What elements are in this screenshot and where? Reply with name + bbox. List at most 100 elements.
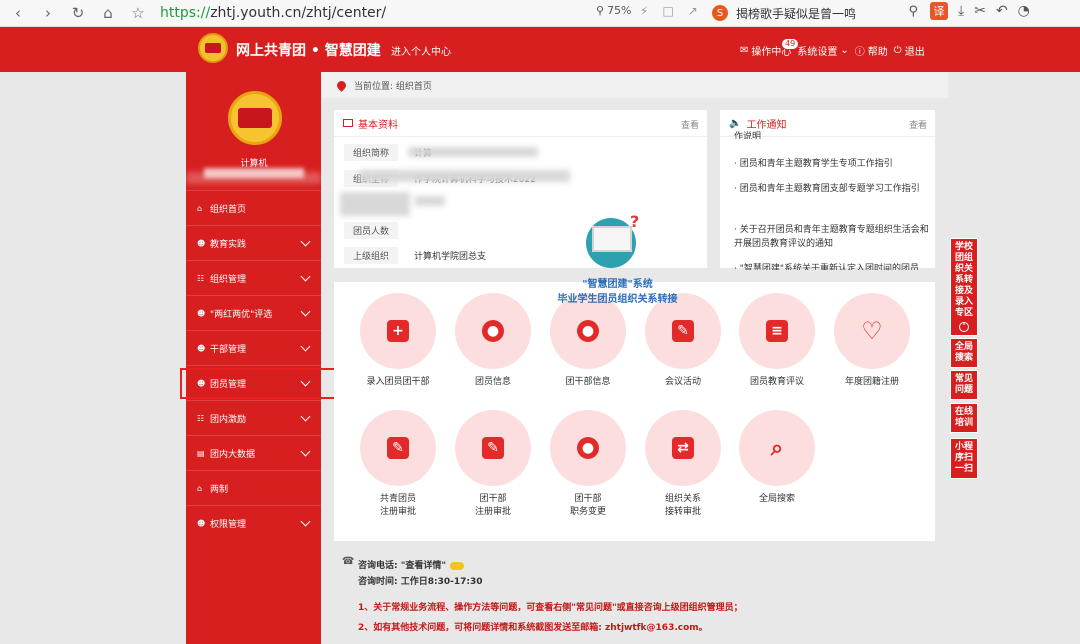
- league-emblem-logo: [198, 33, 228, 63]
- scissors-icon[interactable]: ✂: [974, 3, 986, 19]
- undo-icon[interactable]: ↶: [996, 3, 1008, 19]
- side-button-label: 学校团组织关系转接及录入专区: [954, 242, 973, 318]
- user-icon: ●: [482, 320, 504, 342]
- function-circle: ●: [455, 293, 531, 369]
- search-suggestion: 揭榜歌手疑似是曾一鸣: [736, 6, 857, 21]
- sidebar-item[interactable]: ☻ 教育实践: [186, 225, 321, 260]
- notice-item[interactable]: · 团员和青年主题教育学生专项工作指引: [734, 157, 934, 171]
- sidebar-item[interactable]: ☻ "两红两优"评选: [186, 295, 321, 330]
- function-tile[interactable]: ⌕ 全局搜索: [737, 410, 817, 506]
- basic-info-view-link[interactable]: 查看: [681, 118, 699, 131]
- chevron-down-icon: [300, 271, 311, 282]
- side-button[interactable]: 常见问题: [950, 370, 978, 400]
- sidebar-item[interactable]: ⌂ 两制: [186, 470, 321, 505]
- notice-item[interactable]: · "智慧团建"系统关于重新认定入团时间的团员: [734, 262, 934, 270]
- function-circle: ≡: [739, 293, 815, 369]
- function-tile[interactable]: ● 团员信息: [453, 293, 533, 389]
- function-tile[interactable]: ● 团干部信息: [548, 293, 628, 389]
- function-tile[interactable]: ✎ 会议活动: [643, 293, 723, 389]
- function-tile[interactable]: ✎ 团干部 注册审批: [453, 410, 533, 519]
- basic-info-title: 基本资料: [358, 119, 398, 131]
- info-label: 团员人数: [344, 222, 399, 239]
- search-icon[interactable]: ⚲: [908, 4, 918, 19]
- function-circle: ●: [550, 410, 626, 486]
- home-icon: ⌂: [197, 203, 203, 213]
- contact-phone-text: 咨询电话: "查看详情": [358, 561, 447, 571]
- sidebar-item-label: 两制: [210, 484, 229, 495]
- sidebar-item-label: 团内激励: [210, 414, 247, 425]
- translate-icon[interactable]: 译: [930, 2, 948, 20]
- sidebar-item[interactable]: ☻ 干部管理: [186, 330, 321, 365]
- contact-phone[interactable]: 咨询电话: "查看详情": [358, 558, 465, 571]
- notice-item[interactable]: 作说明: [734, 130, 934, 139]
- users-icon: ☻: [197, 518, 206, 528]
- function-tile[interactable]: + 录入团员团干部: [358, 293, 438, 389]
- function-label: 会议活动: [664, 377, 701, 387]
- notice-item[interactable]: · 团员和青年主题教育团支部专题学习工作指引: [734, 182, 934, 196]
- contact-note-2: 2、如有其他技术问题，可将问题详情和系统截图发送至邮箱: zhtjwtfk@16…: [358, 623, 708, 633]
- function-tile[interactable]: ⇄ 组织关系 接转审批: [643, 410, 723, 519]
- function-tile[interactable]: ♡ 年度团籍注册: [832, 293, 912, 389]
- function-label: 团干部信息: [565, 377, 611, 387]
- browser-search-box[interactable]: S 揭榜歌手疑似是曾一鸣 ⚲: [712, 2, 924, 24]
- function-tile[interactable]: ● 团干部 职务变更: [548, 410, 628, 519]
- notice-item[interactable]: · 关于召开团员和青年主题教育专题组织生活会和开展团员教育评议的通知: [734, 223, 934, 251]
- function-tile[interactable]: ✎ 共青团员 注册审批: [358, 410, 438, 519]
- reload-icon[interactable]: ↻: [66, 1, 90, 25]
- breadcrumb: 当前位置: 组织首页: [321, 72, 948, 98]
- popup-title[interactable]: "智慧团建"系统: [560, 275, 675, 290]
- basic-info-header: 基本资料 查看: [334, 110, 707, 137]
- redacted-value: [340, 192, 410, 216]
- site-title: 网上共青团 • 智慧团建: [236, 43, 381, 59]
- pointing-hand-icon: [450, 561, 465, 570]
- org-emblem-icon: [228, 91, 282, 145]
- contact-hours: 咨询时间: 工作日8:30-17:30: [358, 577, 483, 587]
- heart-icon: ♡: [861, 317, 883, 345]
- function-tile[interactable]: ≡ 团员教育评议: [737, 293, 817, 389]
- zoom-icon: ⚲: [596, 4, 605, 17]
- sidebar-item[interactable]: ▤ 团内大数据: [186, 435, 321, 470]
- sidebar-item-label: "两红两优"评选: [210, 309, 273, 320]
- search-icon: ⌕: [770, 435, 784, 461]
- side-button[interactable]: 在线培训: [950, 403, 978, 433]
- home-icon[interactable]: ⌂: [96, 1, 120, 25]
- sidebar-item[interactable]: ☷ 团内激励: [186, 400, 321, 435]
- bookmark-star-icon[interactable]: ☆: [126, 1, 150, 25]
- chevron-down-icon: [300, 236, 311, 247]
- transfer-illustration[interactable]: ?: [586, 212, 644, 268]
- screenshot-icon[interactable]: □: [662, 4, 673, 18]
- function-label: 录入团员团干部: [366, 377, 430, 387]
- function-circle: ✎: [360, 410, 436, 486]
- edit-icon: ✎: [672, 320, 694, 342]
- sidebar-item[interactable]: ⌂ 组织首页: [186, 190, 321, 225]
- redacted-value: [408, 147, 538, 157]
- lightning-icon[interactable]: ⚡: [640, 4, 648, 18]
- help-link[interactable]: ⓘ 帮助: [855, 43, 888, 58]
- popup-subtitle[interactable]: 毕业学生团员组织关系转接: [535, 290, 700, 305]
- side-button[interactable]: 全局搜索: [950, 338, 978, 368]
- document-icon: [343, 119, 353, 127]
- settings-link[interactable]: 系统设置 ⌄: [797, 43, 848, 58]
- highlight-annotation: [180, 368, 348, 399]
- logout-label: 退出: [904, 47, 925, 58]
- sidebar-item[interactable]: ☷ 组织管理: [186, 260, 321, 295]
- personal-center-link[interactable]: 进入个人中心: [391, 43, 451, 58]
- edit-icon: ✎: [482, 437, 504, 459]
- back-icon[interactable]: ‹: [6, 1, 30, 25]
- browser-right-icons: 译 ⤓ ✂ ↶ ◔: [930, 2, 1030, 20]
- zoom-level[interactable]: ⚲ 75%: [596, 4, 632, 17]
- zoom-label: 75%: [607, 4, 632, 17]
- settings-label: 系统设置: [797, 47, 838, 58]
- download-icon[interactable]: ⤓: [958, 3, 964, 19]
- side-button[interactable]: 学校团组织关系转接及录入专区 ˅: [950, 238, 978, 336]
- history-icon[interactable]: ◔: [1018, 3, 1030, 19]
- sidebar-item-label: 权限管理: [210, 519, 247, 530]
- bar-icons: ⚡ □ ↗: [640, 4, 698, 18]
- share-icon[interactable]: ↗: [688, 4, 698, 18]
- forward-icon[interactable]: ›: [36, 1, 60, 25]
- sidebar-item-label: 团内大数据: [210, 449, 256, 460]
- redacted-value: [360, 170, 570, 182]
- side-button[interactable]: 小程序扫一扫: [950, 438, 978, 479]
- logout-link[interactable]: ⏻ 退出: [894, 43, 925, 58]
- sidebar-item[interactable]: ☻ 权限管理: [186, 505, 321, 540]
